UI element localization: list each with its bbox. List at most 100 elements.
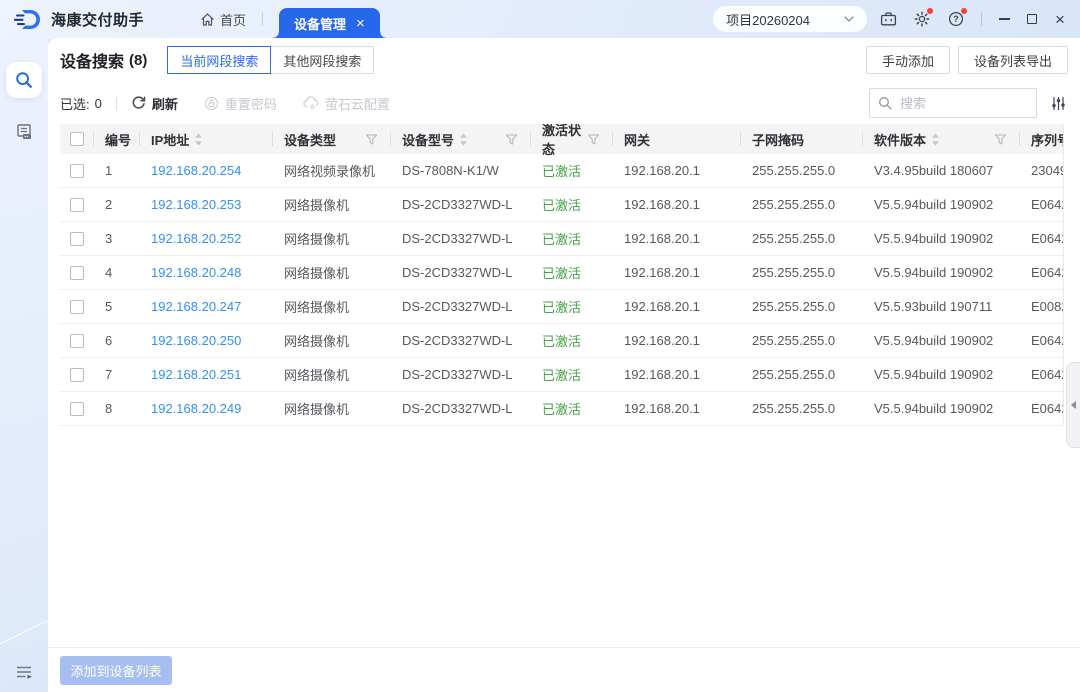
row-checkbox[interactable] bbox=[70, 266, 84, 280]
row-checkbox[interactable] bbox=[70, 300, 84, 314]
tab-close-icon[interactable]: × bbox=[356, 16, 365, 31]
sort-icon[interactable] bbox=[194, 133, 203, 146]
cell-text: 255.255.255.0 bbox=[752, 231, 835, 246]
select-all-checkbox[interactable] bbox=[70, 132, 84, 146]
svg-text:?: ? bbox=[953, 14, 959, 24]
row-checkbox[interactable] bbox=[70, 232, 84, 246]
cell-version: V5.5.94build 190902 bbox=[862, 333, 1019, 348]
cell-version: V5.5.94build 190902 bbox=[862, 231, 1019, 246]
reset-password-button[interactable]: 重置密码 bbox=[204, 94, 277, 113]
ip-link[interactable]: 192.168.20.249 bbox=[151, 401, 241, 416]
cell-text: 网络摄像机 bbox=[284, 365, 349, 384]
cell-text: 已激活 bbox=[542, 365, 581, 384]
cell-text: DS-2CD3327WD-L bbox=[402, 231, 513, 246]
refresh-button[interactable]: 刷新 bbox=[131, 94, 178, 113]
tab-device-management[interactable]: 设备管理 × bbox=[279, 8, 380, 38]
row-checkbox[interactable] bbox=[70, 368, 84, 382]
cell-status: 已激活 bbox=[530, 365, 612, 384]
cell-check bbox=[60, 164, 93, 178]
filter-icon[interactable] bbox=[587, 133, 600, 146]
titlebar: 海康交付助手 首页 设备管理 × 项目20260204 bbox=[0, 0, 1080, 38]
cell-text: 192.168.20.1 bbox=[624, 333, 700, 348]
column-header-mask: 子网掩码 bbox=[740, 124, 862, 154]
cell-type: 网络摄像机 bbox=[272, 263, 390, 282]
arrow-left-icon bbox=[1071, 401, 1076, 409]
cell-gateway: 192.168.20.1 bbox=[612, 231, 740, 246]
cell-text: DS-2CD3327WD-L bbox=[402, 401, 513, 416]
maximize-button[interactable] bbox=[1018, 5, 1046, 33]
cell-text: E0642 bbox=[1031, 231, 1064, 246]
row-checkbox[interactable] bbox=[70, 198, 84, 212]
cell-num: 2 bbox=[93, 197, 139, 212]
cell-text: 192.168.20.1 bbox=[624, 265, 700, 280]
column-label: 设备类型 bbox=[284, 130, 336, 149]
settings-icon[interactable] bbox=[909, 6, 935, 32]
cell-status: 已激活 bbox=[530, 195, 612, 214]
cell-ip: 192.168.20.247 bbox=[139, 299, 272, 314]
ip-link[interactable]: 192.168.20.250 bbox=[151, 333, 241, 348]
table-row: 7192.168.20.251网络摄像机DS-2CD3327WD-L已激活192… bbox=[60, 358, 1064, 392]
home-nav[interactable]: 首页 bbox=[200, 10, 246, 29]
ip-link[interactable]: 192.168.20.253 bbox=[151, 197, 241, 212]
ip-link[interactable]: 192.168.20.247 bbox=[151, 299, 241, 314]
cell-text: 网络摄像机 bbox=[284, 297, 349, 316]
cell-serial: E0642 bbox=[1019, 401, 1064, 416]
side-drawer-handle[interactable] bbox=[1066, 362, 1080, 448]
toolbox-icon[interactable] bbox=[875, 6, 901, 32]
row-checkbox[interactable] bbox=[70, 334, 84, 348]
cell-check bbox=[60, 368, 93, 382]
segment-current-subnet[interactable]: 当前网段搜索 bbox=[167, 46, 271, 74]
cell-text: 已激活 bbox=[542, 229, 581, 248]
cell-mask: 255.255.255.0 bbox=[740, 197, 862, 212]
cell-text: 192.168.20.1 bbox=[624, 367, 700, 382]
column-settings-icon[interactable] bbox=[1051, 96, 1066, 111]
row-checkbox[interactable] bbox=[70, 402, 84, 416]
project-selector[interactable]: 项目20260204 bbox=[713, 6, 867, 32]
cell-model: DS-2CD3327WD-L bbox=[390, 265, 530, 280]
cell-text: E0642 bbox=[1031, 197, 1064, 212]
ip-link[interactable]: 192.168.20.251 bbox=[151, 367, 241, 382]
close-button[interactable]: × bbox=[1046, 5, 1074, 33]
segment-other-subnet[interactable]: 其他网段搜索 bbox=[270, 46, 374, 74]
search-mode-segments: 当前网段搜索 其他网段搜索 bbox=[167, 46, 374, 74]
cell-num: 6 bbox=[93, 333, 139, 348]
cell-text: 网络摄像机 bbox=[284, 331, 349, 350]
cell-text: DS-2CD3327WD-L bbox=[402, 299, 513, 314]
cell-text: V5.5.94build 190902 bbox=[874, 367, 993, 382]
ip-link[interactable]: 192.168.20.254 bbox=[151, 163, 241, 178]
sort-icon[interactable] bbox=[459, 133, 468, 146]
cell-mask: 255.255.255.0 bbox=[740, 163, 862, 178]
search-input[interactable] bbox=[869, 88, 1037, 118]
ip-link[interactable]: 192.168.20.248 bbox=[151, 265, 241, 280]
cell-text: 已激活 bbox=[542, 331, 581, 350]
minimize-button[interactable] bbox=[990, 5, 1018, 33]
cell-text: 已激活 bbox=[542, 297, 581, 316]
search-icon bbox=[878, 96, 892, 115]
cell-text: 255.255.255.0 bbox=[752, 265, 835, 280]
table-toolbar: 已选: 0 刷新 重置密码 bbox=[48, 82, 1080, 124]
cell-serial: E0082 bbox=[1019, 299, 1064, 314]
add-to-device-list-button[interactable]: 添加到设备列表 bbox=[60, 656, 172, 685]
sidebar-menu-icon[interactable] bbox=[15, 665, 33, 680]
sidebar-item-device-search[interactable] bbox=[6, 62, 42, 98]
ip-link[interactable]: 192.168.20.252 bbox=[151, 231, 241, 246]
manual-add-button[interactable]: 手动添加 bbox=[866, 46, 950, 74]
cloud-config-button[interactable]: 萤石云配置 bbox=[303, 94, 390, 113]
cell-num: 1 bbox=[93, 163, 139, 178]
column-header-status: 激活状态 bbox=[530, 124, 612, 154]
help-icon[interactable]: ? bbox=[943, 6, 969, 32]
cell-mask: 255.255.255.0 bbox=[740, 231, 862, 246]
column-divider bbox=[612, 132, 613, 146]
export-device-list-button[interactable]: 设备列表导出 bbox=[958, 46, 1068, 74]
sidebar-item-device-list[interactable] bbox=[6, 114, 42, 150]
filter-icon[interactable] bbox=[994, 133, 1007, 146]
row-checkbox[interactable] bbox=[70, 164, 84, 178]
filter-icon[interactable] bbox=[365, 133, 378, 146]
cell-ip: 192.168.20.254 bbox=[139, 163, 272, 178]
column-label: 编号 bbox=[105, 130, 131, 149]
page-header: 设备搜索 (8) 当前网段搜索 其他网段搜索 手动添加 设备列表导出 bbox=[48, 38, 1080, 82]
cell-mask: 255.255.255.0 bbox=[740, 265, 862, 280]
cell-text: 1 bbox=[105, 163, 112, 178]
sort-icon[interactable] bbox=[931, 133, 940, 146]
filter-icon[interactable] bbox=[505, 133, 518, 146]
